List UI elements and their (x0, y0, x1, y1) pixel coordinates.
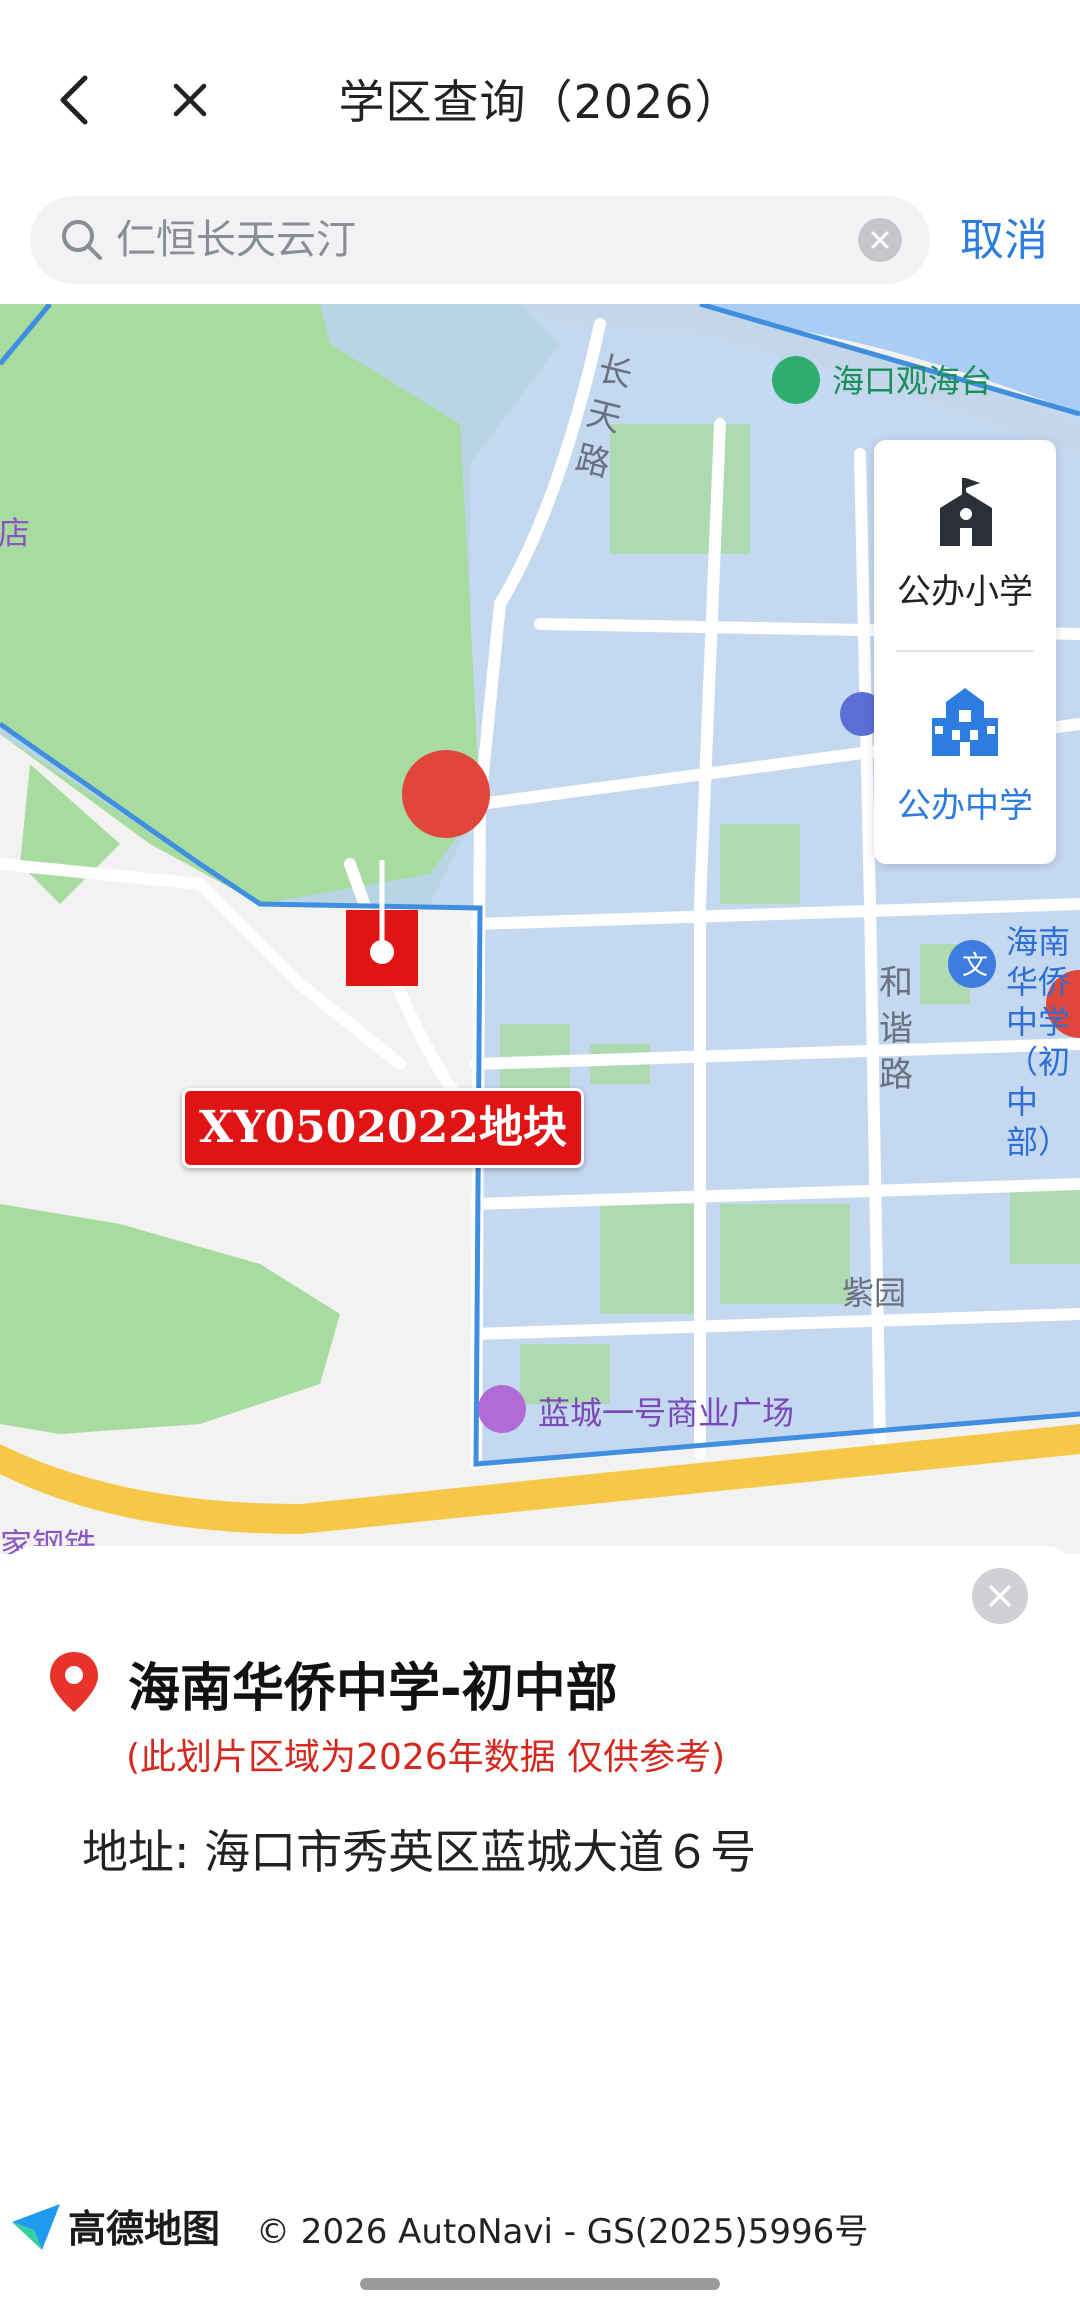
map-label-ziyuan: 紫园 (842, 1274, 907, 1312)
school-building-icon (932, 688, 998, 756)
home-indicator[interactable] (360, 2278, 720, 2290)
svg-text:文: 文 (962, 951, 988, 981)
clear-search-button[interactable] (858, 218, 902, 262)
school-building-icon (940, 478, 992, 546)
sheet-close-button[interactable] (972, 1568, 1028, 1624)
plot-label-tag[interactable]: XY0502022地块 (182, 1088, 584, 1168)
middle-school-label: 公办中学 (897, 786, 1033, 826)
map-label-haikou-tower: 海口观海台 (832, 362, 993, 400)
copyright-text: © 2026 AutoNavi - GS(2025)5996号 (256, 2212, 869, 2252)
address-value: 海口市秀英区蓝城大道６号 (204, 1825, 757, 1879)
search-input[interactable]: 仁恒长天云汀 (116, 196, 816, 284)
map-label-hexie-road: 和谐路 (879, 963, 913, 1095)
primary-school-button[interactable]: 公办小学 (874, 440, 1056, 640)
map-view[interactable]: 文 海口观海台 酒店 长天路 和谐路 紫园 蓝城一号商业广场 家钢铁 海南华侨中… (0, 304, 1080, 1554)
amap-logo-icon (12, 2204, 60, 2250)
panel-divider (896, 650, 1034, 652)
map-label-hotel: 酒店 (0, 514, 31, 552)
location-pin-icon (50, 1652, 98, 1712)
search-icon (62, 220, 102, 260)
cancel-button[interactable]: 取消 (960, 206, 1048, 276)
search-bar[interactable]: 仁恒长天云汀 (30, 196, 930, 284)
map-label-lancheng-plaza: 蓝城一号商业广场 (538, 1394, 795, 1432)
map-label-school-marker[interactable]: 海南华侨中学（初中部） (1006, 922, 1080, 1162)
primary-school-label: 公办小学 (897, 572, 1033, 612)
school-name: 海南华侨中学-初中部 (128, 1659, 618, 1719)
address-label: 地址: (82, 1825, 190, 1879)
school-type-panel: 公办小学 公办中学 (874, 440, 1056, 864)
middle-school-button[interactable]: 公办中学 (874, 654, 1056, 854)
address: 地址: 海口市秀英区蓝城大道６号 (82, 1816, 756, 1882)
close-icon (989, 1585, 1011, 1607)
clear-icon (871, 231, 889, 249)
data-note: (此划片区域为2026年数据 仅供参考) (126, 1737, 726, 1778)
top-bar: 学区查询（2026） (0, 0, 1080, 190)
map-attribution: 高德地图 © 2026 AutoNavi - GS(2025)5996号 (0, 2192, 1080, 2262)
amap-name: 高德地图 (68, 2207, 221, 2251)
page-title: 学区查询（2026） (338, 75, 742, 129)
